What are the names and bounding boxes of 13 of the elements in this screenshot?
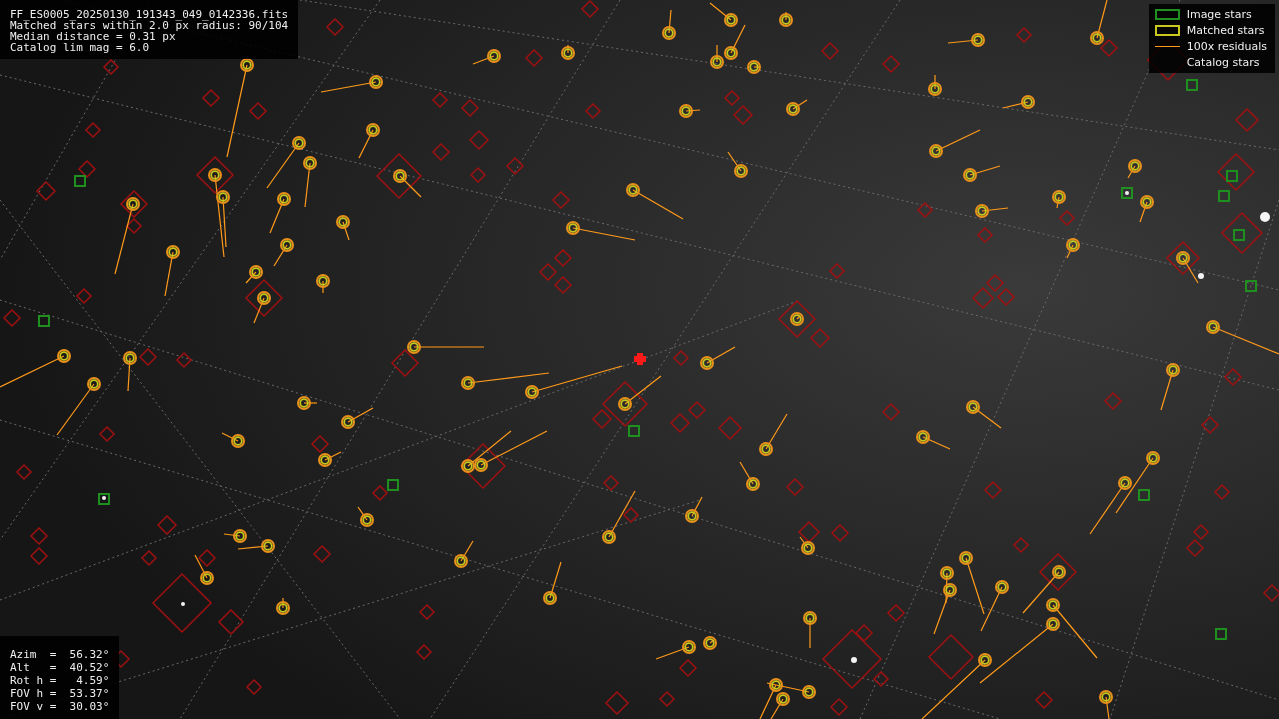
info-line: FF_ES0005_20250130_191343_049_0142336.fits	[10, 9, 289, 20]
pointing-line: FOV h = 53.37°	[10, 687, 110, 700]
pointing-line: Azim = 56.32°	[10, 648, 110, 661]
info-line: Catalog lim mag = 6.0	[10, 42, 151, 53]
legend-label: 100x residuals	[1186, 40, 1267, 53]
info-line: Median distance = 0.31 px	[10, 31, 176, 42]
legend-label: Catalog stars	[1186, 56, 1260, 69]
legend-label: Image stars	[1186, 8, 1252, 21]
pointing-line: FOV v = 30.03°	[10, 700, 110, 713]
pointing-line: Rot h = 4.59°	[10, 674, 110, 687]
legend-label: Matched stars	[1186, 24, 1265, 37]
pointing-line: Alt = 40.52°	[10, 661, 110, 674]
info-line: Matched stars within 2.0 px radius: 90/104	[10, 20, 289, 31]
